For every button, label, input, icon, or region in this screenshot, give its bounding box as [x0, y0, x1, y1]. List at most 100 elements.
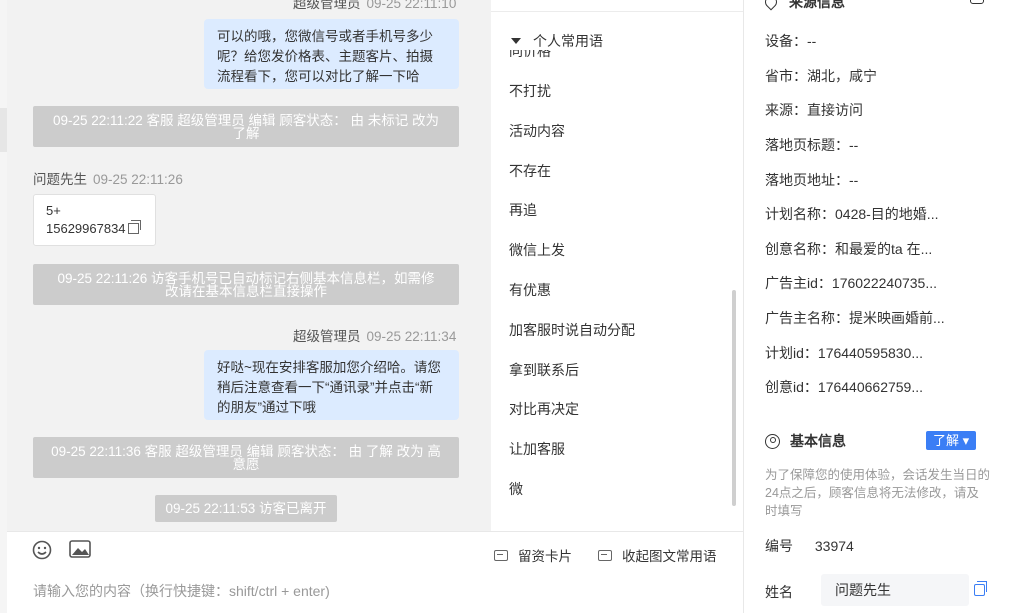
info-label: 来源： [765, 102, 807, 118]
info-value: 湖北，咸宁 [807, 68, 877, 84]
info-row-province: 省市：湖北，咸宁 [765, 66, 877, 86]
info-label: 省市： [765, 68, 807, 84]
collapse-phrases-label: 收起图文常用语 [622, 549, 717, 564]
phrases-panel: 个人常用语 同价格 不打扰 活动内容 不存在 再追 微信上发 有优惠 加客服时说… [491, 0, 743, 531]
copy-icon[interactable] [127, 220, 141, 234]
info-label: 计划id： [765, 345, 818, 361]
info-row-advertiser-name: 广告主名称：提米映画婚前... [765, 308, 945, 328]
system-message: 09-25 22:11:36 客服 超级管理员 编辑 顾客状态： 由 了解 改为… [33, 437, 459, 478]
phrase-item[interactable]: 加客服时说自动分配 [509, 320, 635, 340]
caret-down-icon [511, 38, 521, 44]
id-label: 编号 [765, 538, 793, 554]
info-row-landing-title: 落地页标题：-- [765, 135, 858, 155]
phrase-item[interactable]: 让加客服 [509, 439, 565, 459]
phrase-item[interactable]: 不打扰 [509, 81, 551, 101]
info-label: 广告主名称： [765, 310, 849, 326]
system-message-left: 09-25 22:11:53 访客已离开 [155, 495, 337, 522]
sender-time: 09-25 22:11:10 [366, 0, 457, 11]
incoming-message: 5+ 15629967834 [33, 194, 156, 246]
left-edge-strip [0, 0, 7, 613]
sender-name: 超级管理员 [293, 329, 361, 344]
info-value: 176440595830... [817, 345, 924, 361]
incoming-phone-line: 15629967834 [46, 220, 143, 238]
message-sender-admin: 超级管理员 09-25 22:11:34 [293, 325, 456, 345]
phrase-item-clipped[interactable]: 同价格 [509, 50, 551, 58]
name-field[interactable]: 问题先生 [821, 574, 969, 606]
copy-icon[interactable] [974, 581, 987, 596]
info-value: 和最爱的ta 在... [835, 241, 933, 257]
sender-name: 超级管理员 [293, 0, 361, 11]
emoji-icon[interactable] [32, 540, 52, 560]
image-icon[interactable] [69, 540, 91, 558]
info-label: 落地页地址： [765, 172, 849, 188]
input-area: 留资卡片 收起图文常用语 请输入您的内容（换行快捷键：shift/ctrl + … [7, 531, 743, 613]
sender-time: 09-25 22:11:26 [93, 172, 183, 187]
phrases-scrollbar[interactable] [732, 290, 736, 506]
edit-icon[interactable] [970, 0, 984, 4]
message-sender-visitor: 问题先生 09-25 22:11:26 [33, 168, 183, 188]
info-row-device: 设备：-- [765, 31, 816, 51]
source-title-text: 来源信息 [789, 0, 845, 10]
info-row-id: 编号 33974 [765, 536, 854, 556]
message-sender-top: 超级管理员 09-25 22:11:10 [293, 0, 456, 12]
phrase-item[interactable]: 对比再决定 [509, 399, 579, 419]
basic-title-text: 基本信息 [790, 433, 846, 449]
left-edge-marker [0, 108, 7, 152]
phrase-item[interactable]: 活动内容 [509, 121, 565, 141]
info-label: 计划名称： [765, 206, 835, 222]
card-icon [494, 549, 508, 561]
info-value: -- [849, 137, 859, 153]
phrase-item[interactable]: 拿到联系后 [509, 360, 579, 380]
message-input[interactable]: 请输入您的内容（换行快捷键：shift/ctrl + enter) [33, 581, 330, 601]
phrase-item[interactable]: 再追 [509, 200, 537, 220]
source-section-title: 来源信息 [762, 0, 845, 12]
info-row-plan-name: 计划名称：0428-目的地婚... [765, 204, 938, 224]
info-row-creative-id: 创意id：176440662759... [765, 377, 923, 397]
user-icon [765, 433, 780, 449]
location-pin-icon [762, 0, 780, 11]
outgoing-message: 好哒~现在安排客服加您介绍哈。请您稍后注意查看一下“通讯录”并点击“新的朋友”通… [204, 350, 459, 420]
info-label: 设备： [765, 33, 807, 49]
phrases-top-divider [491, 11, 743, 12]
info-value: 176440662759... [817, 379, 924, 395]
edit-notice: 为了保障您的使用体验，会话发生当日的24点之后，顾客信息将无法修改，请及时填写 [765, 468, 991, 518]
info-value: 176022240735... [831, 275, 938, 291]
incoming-line: 5+ [46, 203, 61, 218]
input-top-border [7, 531, 743, 532]
customer-status-dropdown[interactable]: 了解 ▾ [926, 431, 977, 450]
info-label: 创意名称： [765, 241, 835, 257]
system-message: 09-25 22:11:26 访客手机号已自动标记右侧基本信息栏，如需修改请在基… [33, 264, 459, 305]
phrase-item[interactable]: 有优惠 [509, 280, 551, 300]
info-panel: 来源信息 设备：-- 省市：湖北，咸宁 来源：直接访问 落地页标题：-- 落地页… [744, 0, 1010, 613]
info-label: 落地页标题： [765, 137, 849, 153]
info-value: -- [849, 172, 859, 188]
phrases-header[interactable]: 个人常用语 [511, 31, 603, 51]
collapse-phrases-button[interactable]: 收起图文常用语 [598, 545, 717, 565]
info-row-plan-id: 计划id：176440595830... [765, 343, 923, 363]
phrases-header-label: 个人常用语 [533, 33, 603, 49]
name-label: 姓名 [765, 584, 793, 600]
info-label: 创意id： [765, 379, 818, 395]
message-icon [598, 549, 612, 561]
info-value: 直接访问 [807, 102, 863, 118]
info-label: 广告主id： [765, 275, 832, 291]
outgoing-message: 可以的哦，您微信号或者手机号多少呢？给您发价格表、主题客片、拍摄流程看下，您可以… [204, 19, 459, 89]
basic-info-section-title: 基本信息 [765, 431, 846, 451]
info-value: 0428-目的地婚... [835, 206, 939, 222]
phrase-item[interactable]: 微 [509, 479, 523, 499]
phrase-item[interactable]: 不存在 [509, 161, 551, 181]
info-value: -- [807, 33, 817, 49]
info-row-creative-name: 创意名称：和最爱的ta 在... [765, 239, 932, 259]
info-value: 提米映画婚前... [849, 310, 945, 326]
lead-card-label: 留资卡片 [518, 549, 572, 564]
chat-panel: 超级管理员 09-25 22:11:10 可以的哦，您微信号或者手机号多少呢？给您… [7, 0, 491, 531]
sender-name: 问题先生 [33, 172, 87, 187]
info-row-source: 来源：直接访问 [765, 100, 863, 120]
info-row-advertiser-id: 广告主id：176022240735... [765, 273, 937, 293]
lead-card-button[interactable]: 留资卡片 [494, 545, 572, 565]
id-value: 33974 [814, 538, 854, 554]
sender-time: 09-25 22:11:34 [366, 329, 457, 344]
phrase-item[interactable]: 微信上发 [509, 240, 565, 260]
info-row-landing-url: 落地页地址：-- [765, 170, 858, 190]
system-message: 09-25 22:11:22 客服 超级管理员 编辑 顾客状态： 由 未标记 改… [33, 106, 459, 147]
